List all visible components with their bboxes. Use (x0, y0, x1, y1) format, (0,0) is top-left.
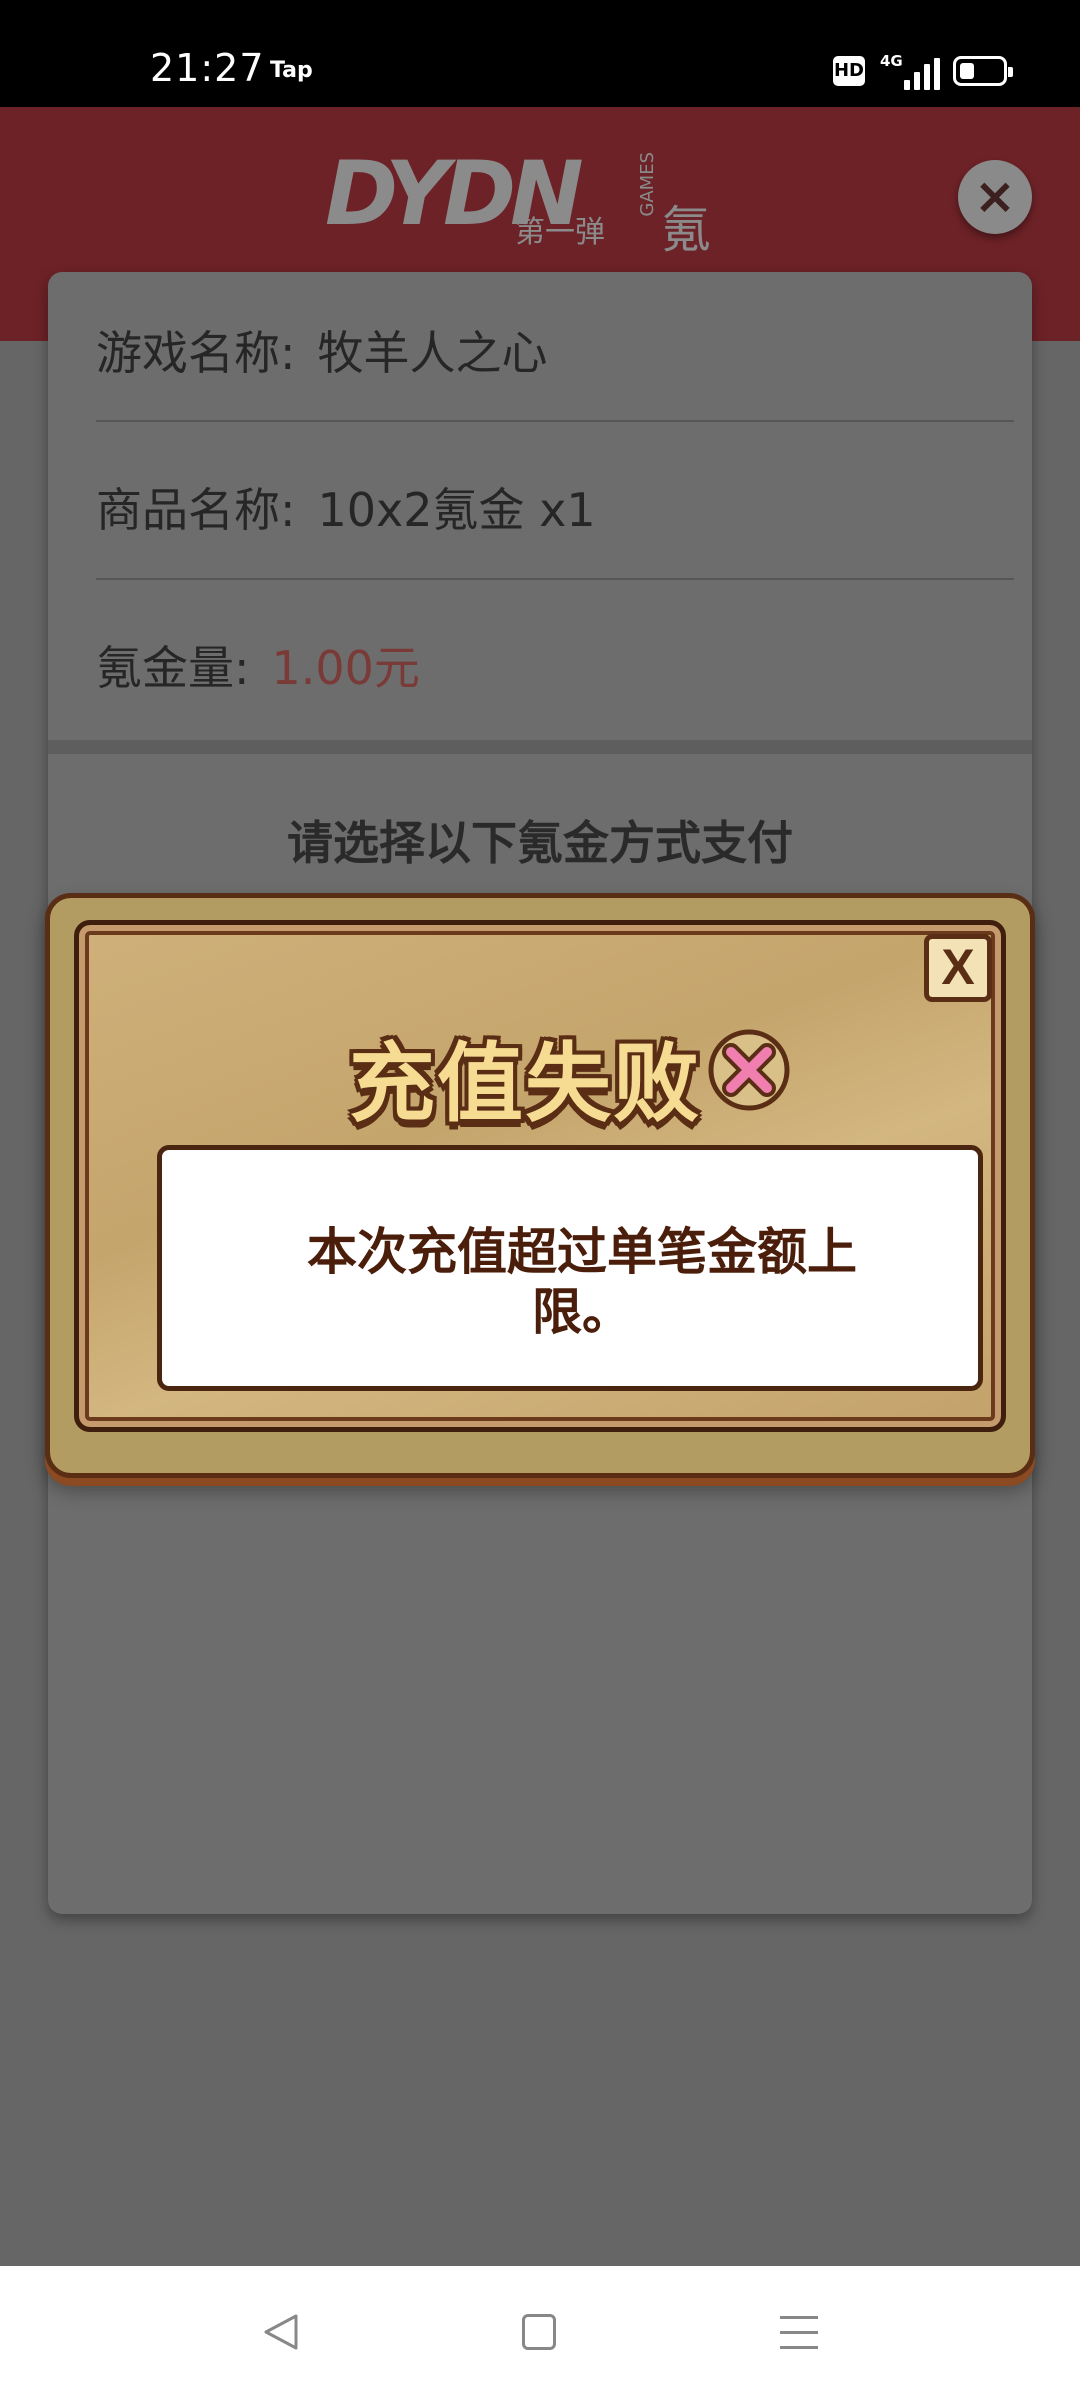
game-name-value: 牧羊人之心 (317, 326, 548, 380)
game-name-label: 游戏名称: (96, 326, 296, 380)
message-box: 本次充值超过单笔金额上限。 (157, 1145, 983, 1391)
screen: 21:27 Tap HD 4G DYDN 第一弹 GAMES 氪金 × 游戏名称… (0, 0, 1080, 2400)
network-type: 4G (880, 52, 903, 70)
status-time: 21:27 (150, 46, 265, 90)
menu-lines-icon[interactable] (780, 2314, 818, 2350)
divider (96, 578, 1014, 580)
dialog-close-button[interactable]: X (924, 934, 992, 1002)
brand-logo: DYDN 第一弹 GAMES 氪金 (325, 142, 755, 331)
product-name-row: 商品名称: 10x2氪金 x1 (96, 474, 596, 540)
back-triangle-icon[interactable] (262, 2312, 300, 2352)
fail-x-icon (708, 1029, 790, 1111)
logo-subtitle: 第一弹 (515, 215, 605, 250)
dialog-inner-panel: 充值失败 本次充值超过单笔金额上限。 (74, 920, 1006, 1432)
home-square-icon[interactable] (522, 2314, 556, 2350)
amount-label: 氪金量: (96, 641, 250, 695)
amount-row: 氪金量: 1.00元 (96, 632, 420, 698)
recharge-failed-dialog: 充值失败 本次充值超过单笔金额上限。 X (45, 893, 1035, 1478)
section-gap (48, 740, 1032, 754)
game-name-row: 游戏名称: 牧羊人之心 (96, 317, 548, 383)
payment-method-heading: 请选择以下氪金方式支付 (287, 816, 793, 870)
system-navigation-bar (0, 2266, 1080, 2400)
product-name-label: 商品名称: (96, 483, 296, 537)
close-icon: X (941, 939, 975, 995)
signal-icon: 4G (880, 52, 940, 90)
logo-games: GAMES (637, 152, 658, 217)
header-close-button[interactable]: × (958, 160, 1032, 234)
hd-icon: HD (833, 56, 865, 86)
divider (96, 420, 1014, 422)
status-bar: 21:27 Tap HD 4G (0, 0, 1080, 107)
dialog-title: 充值失败 (349, 1034, 701, 1134)
battery-icon (953, 56, 1013, 86)
product-name-value: 10x2氪金 x1 (317, 483, 596, 537)
amount-value: 1.00元 (271, 641, 420, 695)
status-app-tag: Tap (270, 58, 313, 83)
close-icon: × (974, 167, 1016, 225)
dialog-message: 本次充值超过单笔金额上限。 (307, 1223, 857, 1341)
